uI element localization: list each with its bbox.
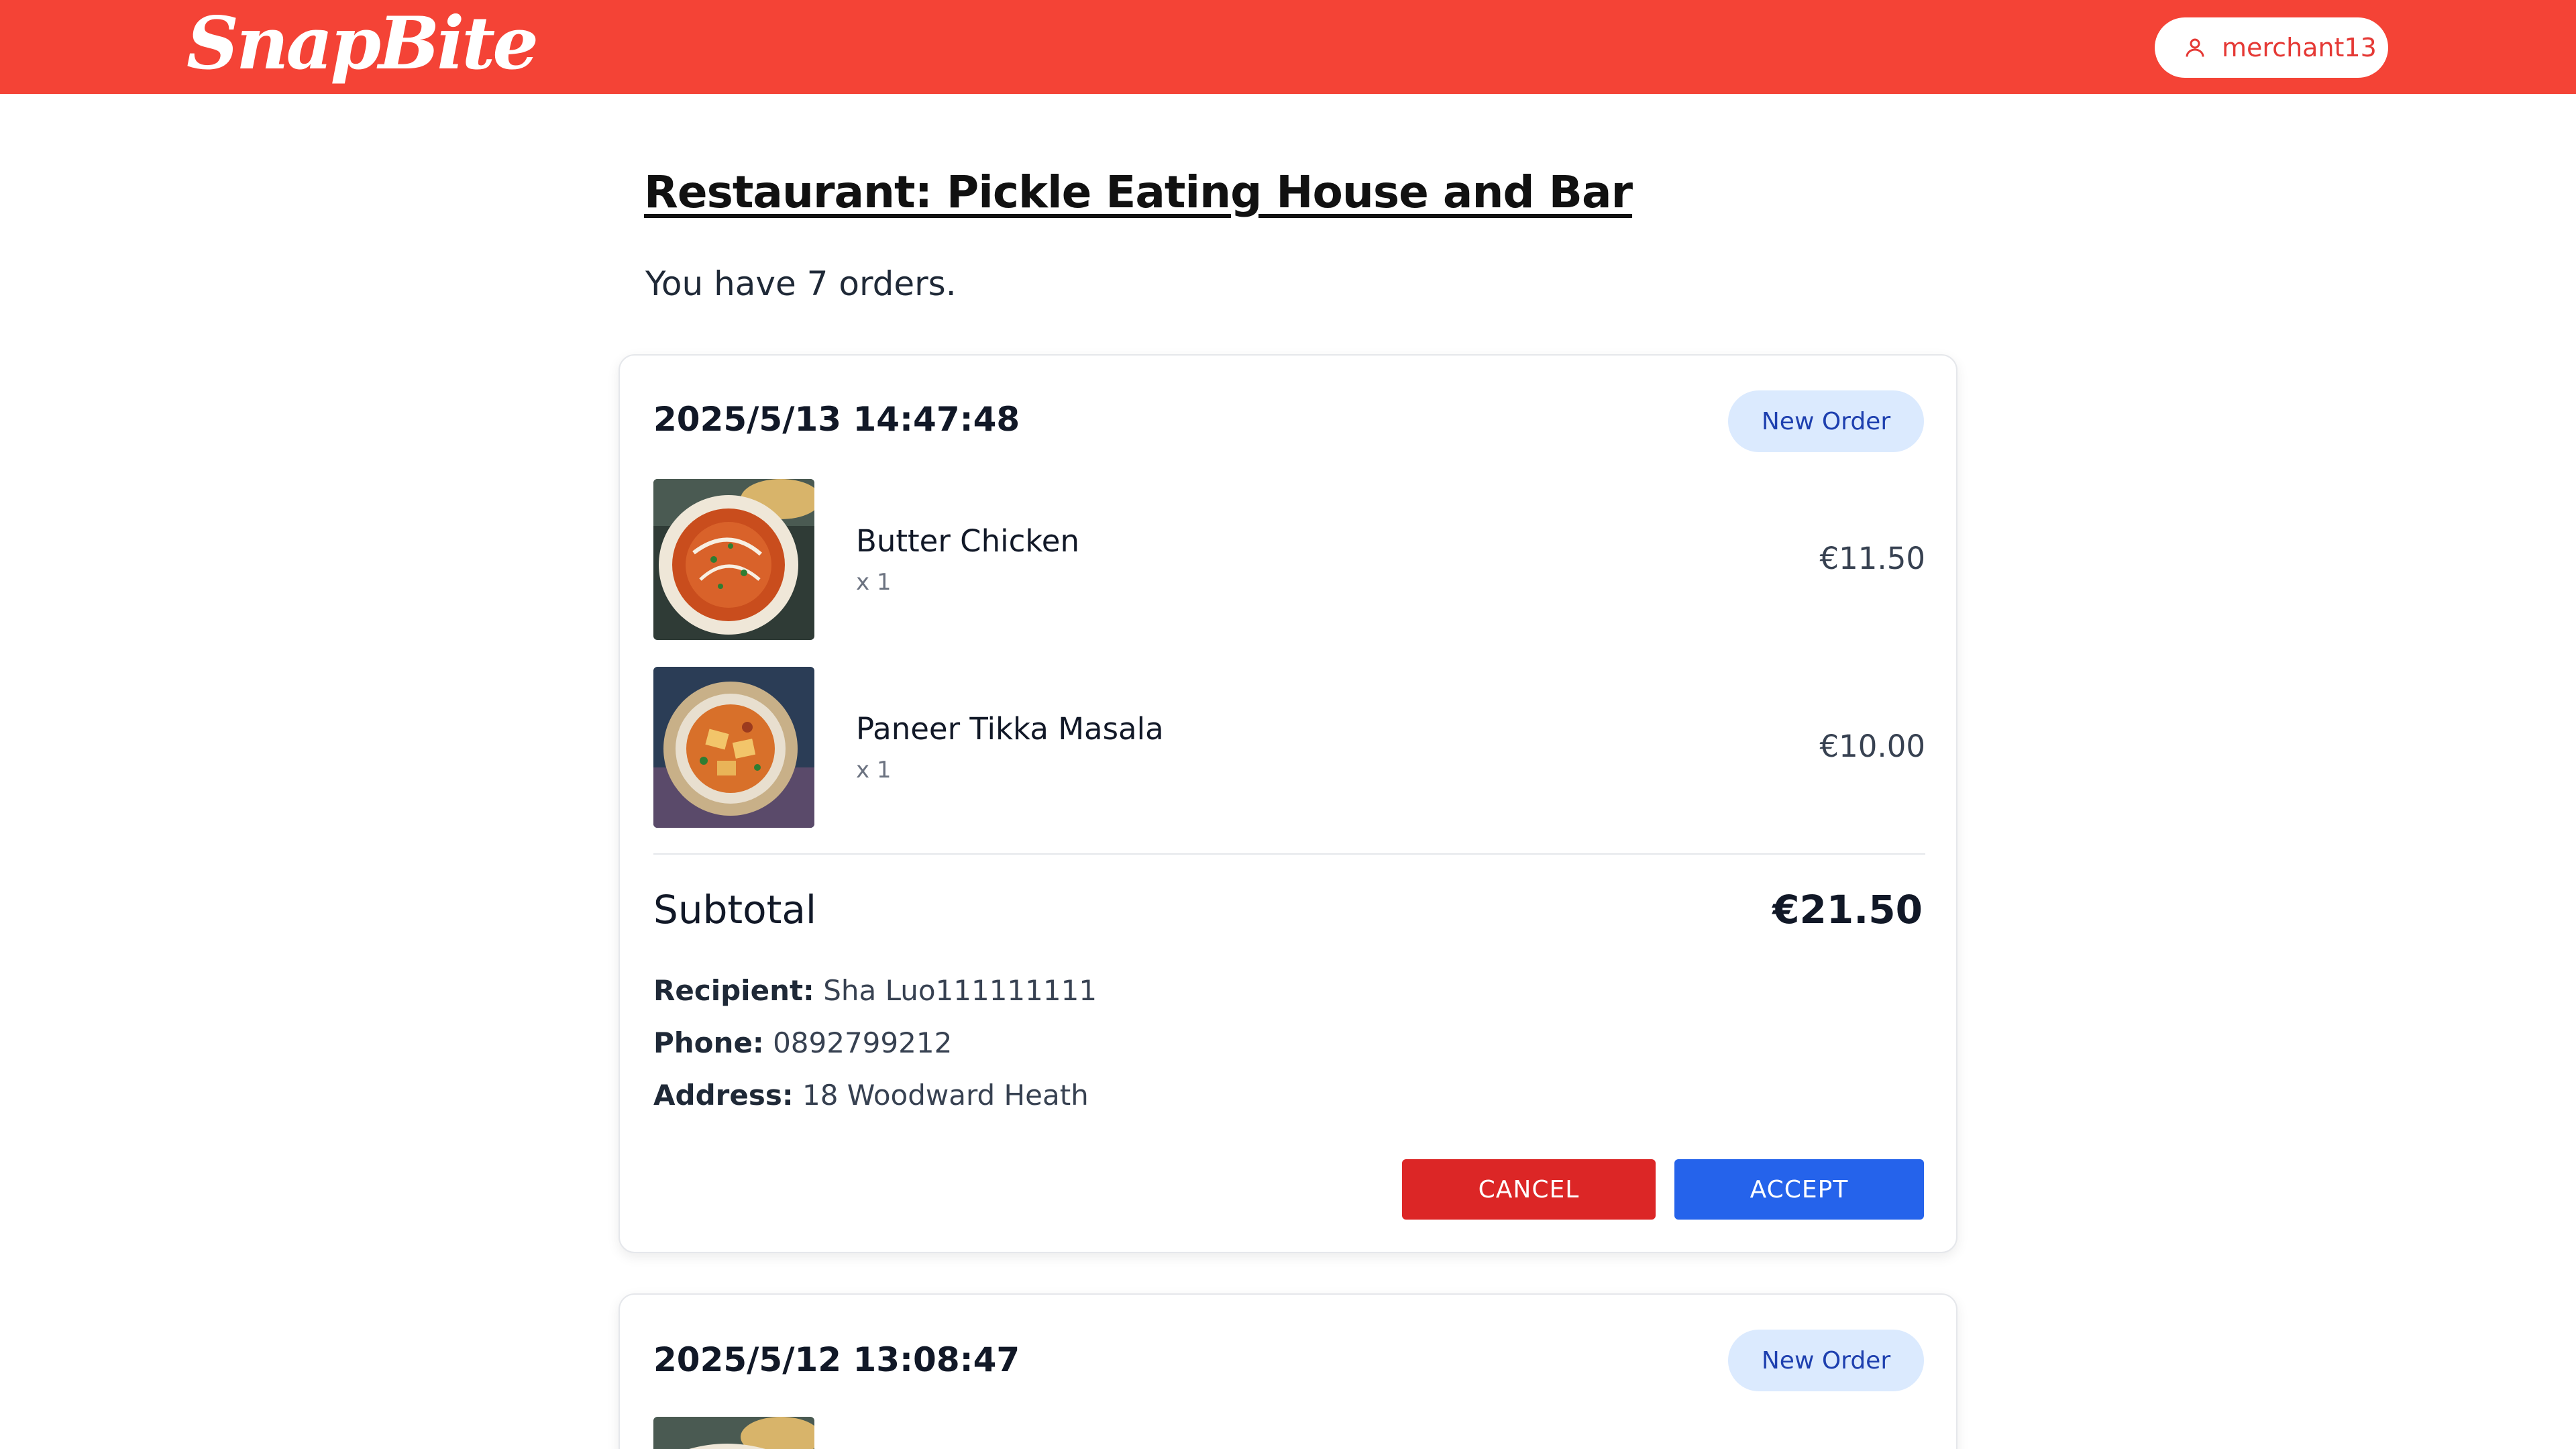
phone-label: Phone: [653, 1026, 764, 1059]
username-label: merchant13 [2222, 33, 2377, 62]
order-timestamp: 2025/5/12 13:08:47 [653, 1340, 1020, 1379]
phone-value: 0892799212 [773, 1026, 953, 1059]
divider [653, 853, 1925, 855]
order-item: Butter Chicken x 1 €11.50 [653, 479, 1925, 640]
order-timestamp: 2025/5/13 14:47:48 [653, 400, 1020, 439]
item-price: €11.50 [1819, 541, 1925, 576]
subtotal-value: €21.50 [1772, 887, 1923, 932]
item-name: Paneer Tikka Masala [856, 711, 1164, 747]
status-badge: New Order [1728, 1330, 1924, 1391]
address-value: 18 Woodward Heath [802, 1079, 1089, 1112]
item-price: €10.00 [1819, 729, 1925, 764]
recipient-line: Recipient: Sha Luo111111111 [653, 974, 1097, 1007]
order-item: Paneer Tikka Masala x 1 €10.00 [653, 667, 1925, 828]
subtotal-label: Subtotal [653, 887, 817, 932]
paneer-tikka-masala-image [653, 667, 814, 828]
user-menu-button[interactable]: merchant13 [2155, 17, 2388, 78]
accept-button[interactable]: ACCEPT [1674, 1159, 1924, 1220]
address-line: Address: 18 Woodward Heath [653, 1079, 1089, 1112]
butter-chicken-image [653, 479, 814, 640]
address-label: Address: [653, 1079, 794, 1112]
page-title: Restaurant: Pickle Eating House and Bar [644, 166, 1633, 218]
cancel-button[interactable]: CANCEL [1402, 1159, 1656, 1220]
order-card: 2025/5/12 13:08:47 New Order [619, 1293, 1957, 1449]
item-name: Butter Chicken [856, 523, 1080, 559]
phone-line: Phone: 0892799212 [653, 1026, 952, 1059]
recipient-label: Recipient: [653, 974, 814, 1007]
recipient-value: Sha Luo111111111 [823, 974, 1097, 1007]
snapbite-logo[interactable]: SnapBite [186, 0, 539, 87]
order-count-text: You have 7 orders. [645, 264, 957, 303]
item-quantity: x 1 [856, 569, 892, 596]
status-badge: New Order [1728, 390, 1924, 452]
butter-chicken-image [653, 1417, 814, 1449]
top-bar: SnapBite merchant13 [0, 0, 2576, 94]
item-quantity: x 1 [856, 757, 892, 784]
order-card: 2025/5/13 14:47:48 New Order Butter Chic… [619, 354, 1957, 1253]
user-icon [2186, 38, 2204, 57]
